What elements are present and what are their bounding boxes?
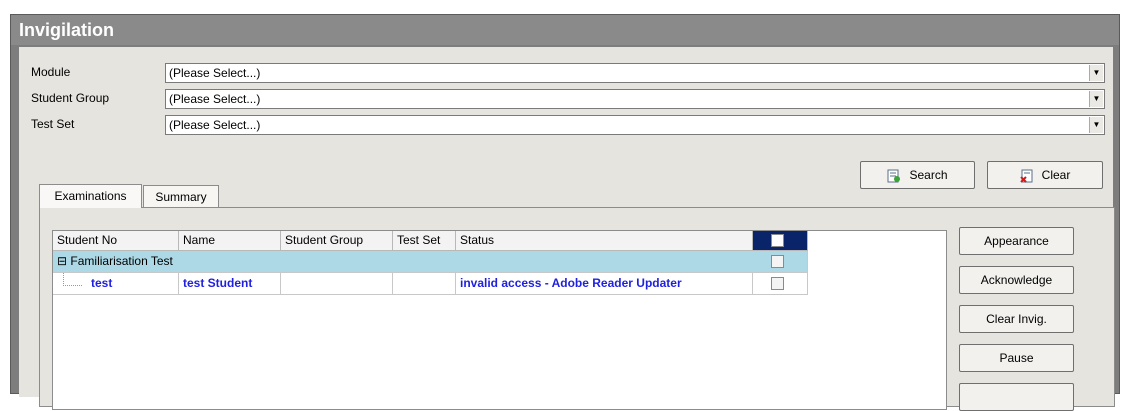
cell-status[interactable]: invalid access - Adobe Reader Updater: [456, 273, 753, 295]
clear-icon: [1019, 169, 1033, 183]
clear-invig-button[interactable]: Clear Invig.: [959, 305, 1074, 333]
column-status[interactable]: Status: [456, 231, 753, 251]
acknowledge-button[interactable]: Acknowledge: [959, 266, 1074, 294]
tab-summary[interactable]: Summary: [143, 185, 219, 207]
search-button-label: Search: [909, 168, 948, 182]
appearance-button[interactable]: Appearance: [959, 227, 1074, 255]
chevron-down-icon[interactable]: ▼: [1089, 65, 1103, 81]
grid-header: Student No Name Student Group Test Set S…: [53, 231, 946, 251]
test-set-label: Test Set: [31, 117, 75, 131]
main-panel: Module (Please Select...) ▼ Student Grou…: [19, 47, 1115, 411]
test-set-row: Test Set (Please Select...) ▼: [19, 115, 1113, 137]
module-select[interactable]: (Please Select...) ▼: [165, 63, 1105, 83]
column-select-all[interactable]: [753, 231, 808, 251]
search-button[interactable]: Search: [860, 161, 975, 189]
test-set-select-value: (Please Select...): [169, 118, 261, 132]
pause-button[interactable]: Pause: [959, 344, 1074, 372]
student-group-row: Student Group (Please Select...) ▼: [19, 89, 1113, 111]
window-title: Invigilation: [11, 15, 1119, 45]
clear-button[interactable]: Clear: [987, 161, 1103, 189]
cell-select: [753, 273, 808, 295]
student-group-label: Student Group: [31, 91, 110, 105]
group-row[interactable]: ⊟ Familiarisation Test: [53, 251, 808, 273]
invigilation-window: Invigilation Module (Please Select...) ▼…: [10, 14, 1120, 411]
column-test-set[interactable]: Test Set: [393, 231, 456, 251]
collapse-icon[interactable]: ⊟: [57, 254, 67, 268]
cell-test-set[interactable]: [393, 273, 456, 295]
partial-button[interactable]: [959, 383, 1074, 411]
group-row-check-cell: [753, 251, 808, 273]
examinations-grid[interactable]: Student No Name Student Group Test Set S…: [52, 230, 947, 410]
group-row-label-cell: ⊟ Familiarisation Test: [53, 251, 753, 273]
column-student-group[interactable]: Student Group: [281, 231, 393, 251]
tree-connector: [63, 273, 82, 286]
column-student-no[interactable]: Student No: [53, 231, 179, 251]
test-set-select[interactable]: (Please Select...) ▼: [165, 115, 1105, 135]
cell-student-group[interactable]: [281, 273, 393, 295]
search-icon: [887, 169, 901, 183]
tab-examinations[interactable]: Examinations: [39, 184, 142, 208]
student-group-select-value: (Please Select...): [169, 92, 261, 106]
column-name[interactable]: Name: [179, 231, 281, 251]
group-label: Familiarisation Test: [70, 254, 173, 268]
cell-name[interactable]: test Student: [179, 273, 281, 295]
chevron-down-icon[interactable]: ▼: [1089, 117, 1103, 133]
module-select-value: (Please Select...): [169, 66, 261, 80]
module-row: Module (Please Select...) ▼: [19, 63, 1113, 85]
row-checkbox[interactable]: [771, 277, 784, 290]
group-checkbox[interactable]: [771, 255, 784, 268]
student-group-select[interactable]: (Please Select...) ▼: [165, 89, 1105, 109]
examinations-tab-page: Student No Name Student Group Test Set S…: [39, 207, 1115, 411]
chevron-down-icon[interactable]: ▼: [1089, 91, 1103, 107]
module-label: Module: [31, 65, 71, 79]
clear-button-label: Clear: [1041, 168, 1071, 182]
table-row[interactable]: test test Student invalid access - Adobe…: [53, 273, 808, 295]
select-all-checkbox[interactable]: [771, 234, 784, 247]
